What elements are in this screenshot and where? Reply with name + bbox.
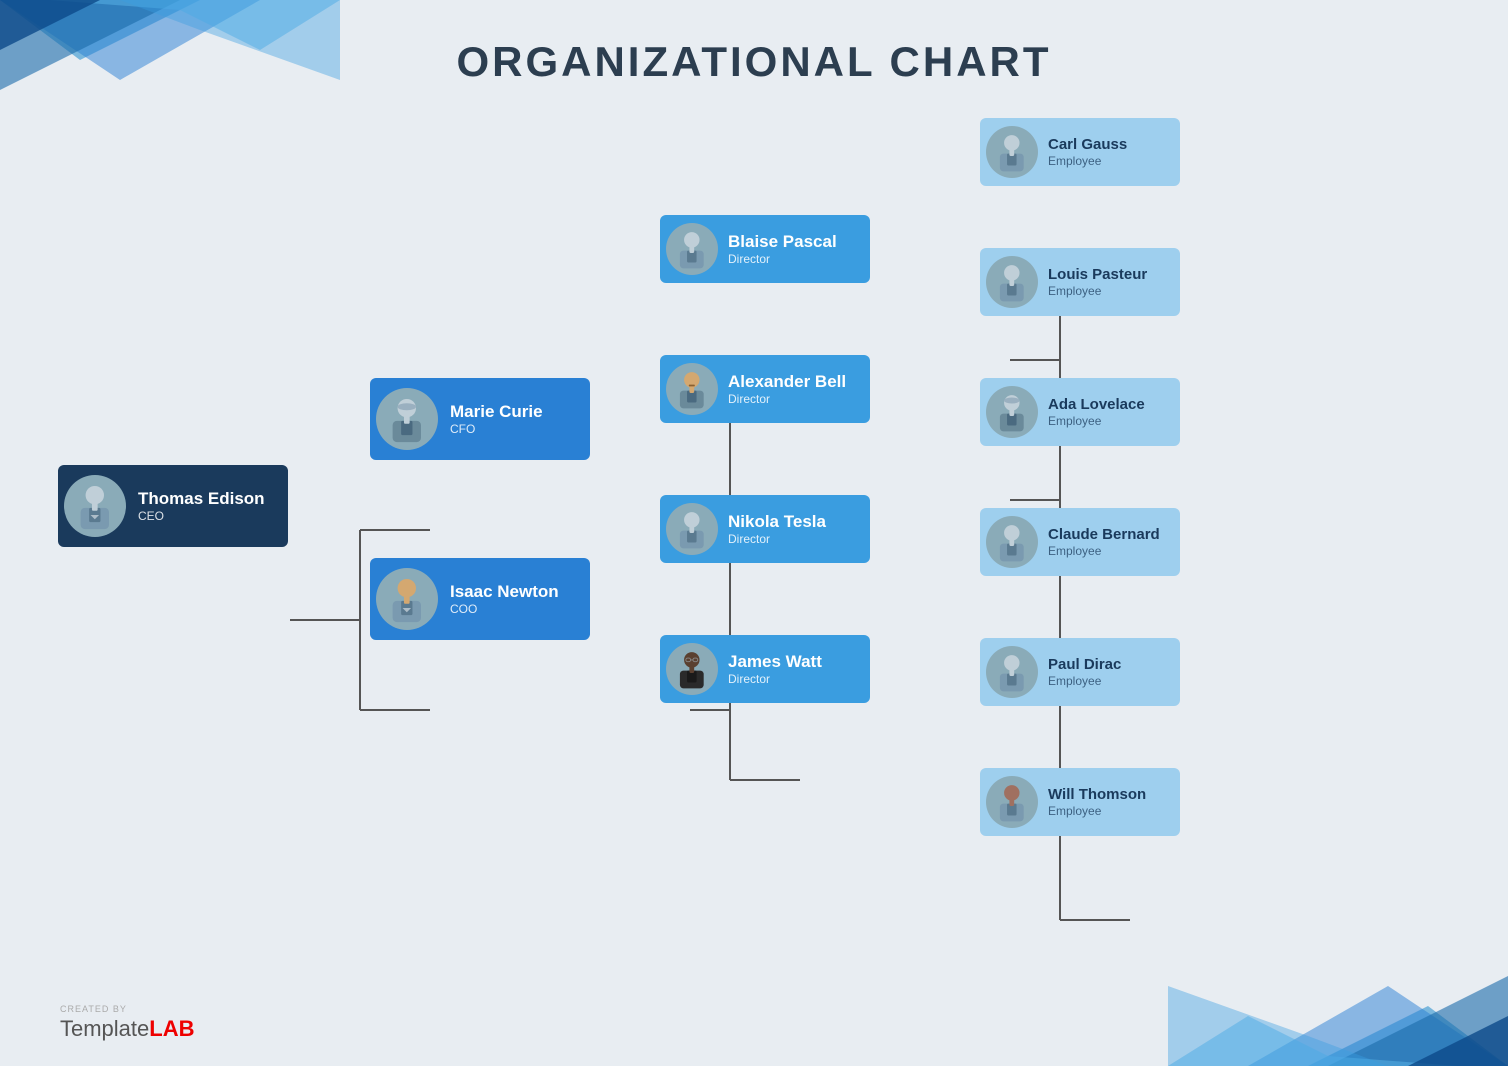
pascal-avatar (666, 223, 718, 275)
director-bell-node: Alexander Bell Director (660, 355, 870, 423)
director-watt-node: James Watt Director (660, 635, 870, 703)
gauss-name: Carl Gauss (1048, 136, 1127, 154)
thomson-title: Employee (1048, 804, 1146, 818)
pasteur-avatar (986, 256, 1038, 308)
director-tesla-node: Nikola Tesla Director (660, 495, 870, 563)
coo-node: Isaac Newton COO (370, 558, 590, 640)
ceo-name: Thomas Edison (138, 489, 265, 509)
ceo-avatar (64, 475, 126, 537)
watt-name: James Watt (728, 652, 822, 672)
watt-avatar (666, 643, 718, 695)
bernard-avatar (986, 516, 1038, 568)
bernard-name: Claude Bernard (1048, 526, 1160, 544)
pascal-title: Director (728, 252, 837, 266)
bell-name: Alexander Bell (728, 372, 846, 392)
gauss-title: Employee (1048, 154, 1127, 168)
page-title: ORGANIZATIONAL CHART (0, 38, 1508, 86)
pasteur-title: Employee (1048, 284, 1147, 298)
coo-name: Isaac Newton (450, 582, 559, 602)
pasteur-name: Louis Pasteur (1048, 266, 1147, 284)
bell-avatar (666, 363, 718, 415)
coo-avatar (376, 568, 438, 630)
lovelace-title: Employee (1048, 414, 1145, 428)
lovelace-avatar (986, 386, 1038, 438)
watt-title: Director (728, 672, 822, 686)
coo-title: COO (450, 602, 559, 616)
tesla-avatar (666, 503, 718, 555)
cfo-node: Marie Curie CFO (370, 378, 590, 460)
lovelace-name: Ada Lovelace (1048, 396, 1145, 414)
tesla-name: Nikola Tesla (728, 512, 826, 532)
created-by-label: CREATED BY (60, 1004, 195, 1016)
employee-pasteur-node: Louis Pasteur Employee (980, 248, 1180, 316)
cfo-name: Marie Curie (450, 402, 543, 422)
dirac-title: Employee (1048, 674, 1121, 688)
pascal-name: Blaise Pascal (728, 232, 837, 252)
ceo-title: CEO (138, 509, 265, 523)
employee-thomson-node: Will Thomson Employee (980, 768, 1180, 836)
employee-lovelace-node: Ada Lovelace Employee (980, 378, 1180, 446)
thomson-name: Will Thomson (1048, 786, 1146, 804)
director-pascal-node: Blaise Pascal Director (660, 215, 870, 283)
brand-label: TemplateLAB (60, 1015, 195, 1044)
bell-title: Director (728, 392, 846, 406)
bernard-title: Employee (1048, 544, 1160, 558)
thomson-avatar (986, 776, 1038, 828)
ceo-node: Thomas Edison CEO (58, 465, 288, 547)
employee-dirac-node: Paul Dirac Employee (980, 638, 1180, 706)
dirac-name: Paul Dirac (1048, 656, 1121, 674)
brand-bold: LAB (149, 1016, 194, 1041)
tesla-title: Director (728, 532, 826, 546)
employee-bernard-node: Claude Bernard Employee (980, 508, 1180, 576)
brand-normal: Template (60, 1016, 149, 1041)
cfo-avatar (376, 388, 438, 450)
gauss-avatar (986, 126, 1038, 178)
employee-gauss-node: Carl Gauss Employee (980, 118, 1180, 186)
watermark: CREATED BY TemplateLAB (60, 1004, 195, 1044)
dirac-avatar (986, 646, 1038, 698)
cfo-title: CFO (450, 422, 543, 436)
